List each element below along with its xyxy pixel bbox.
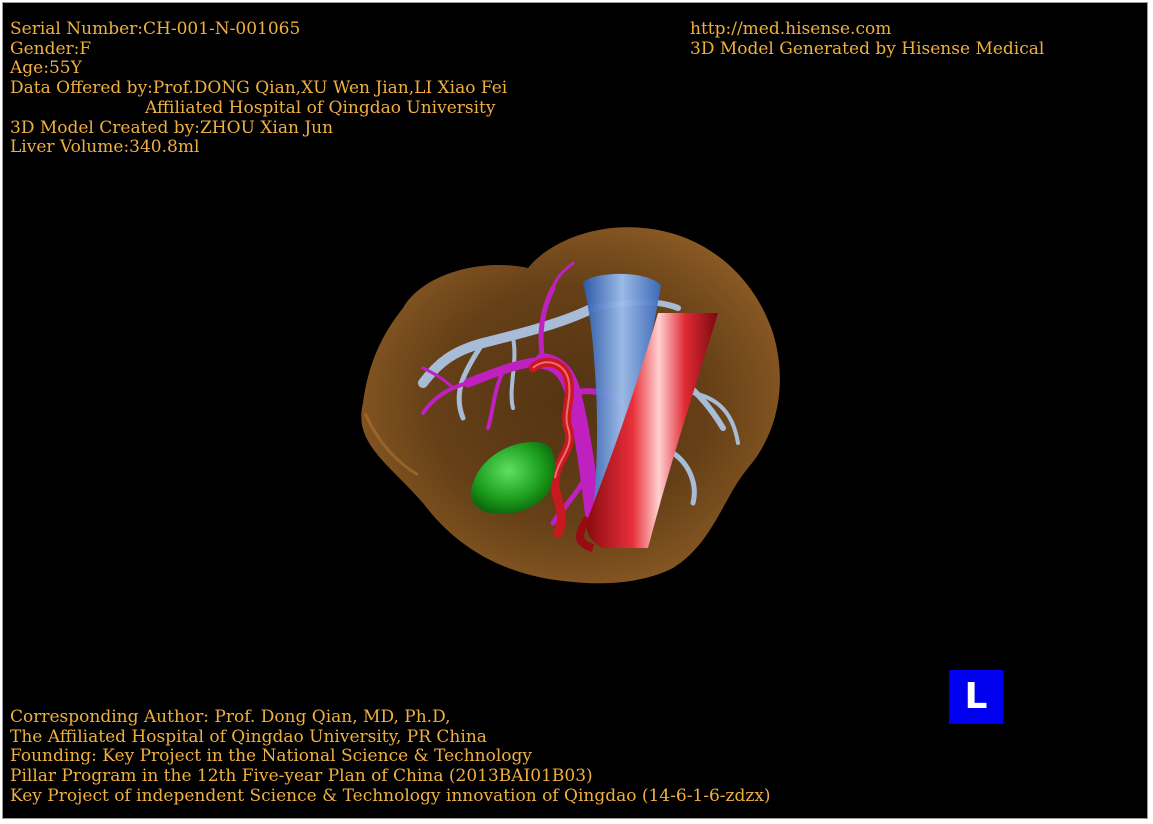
- website-url: http://med.hisense.com: [690, 19, 892, 39]
- credits-panel: Corresponding Author: Prof. Dong Qian, M…: [10, 707, 771, 807]
- branding-panel: http://med.hisense.com 3D Model Generate…: [690, 19, 1045, 59]
- age: Age:55Y: [10, 58, 82, 79]
- liver-volume: Liver Volume:340.8ml: [10, 137, 200, 158]
- credit-affiliation: The Affiliated Hospital of Qingdao Unive…: [10, 726, 487, 747]
- patient-info-panel: Serial Number:CH-001-N-001065 Gender:F A…: [10, 19, 508, 158]
- orientation-badge[interactable]: L: [949, 670, 1003, 724]
- liver-3d-model[interactable]: [343, 213, 803, 603]
- serial-number: Serial Number:CH-001-N-001065: [10, 19, 301, 39]
- credit-pillar-program: Pillar Program in the 12th Five-year Pla…: [10, 766, 593, 787]
- credit-corresponding-author: Corresponding Author: Prof. Dong Qian, M…: [10, 707, 451, 727]
- data-offered-affiliation: Affiliated Hospital of Qingdao Universit…: [145, 97, 496, 118]
- gender: Gender:F: [10, 38, 92, 59]
- viewer-window: Serial Number:CH-001-N-001065 Gender:F A…: [2, 2, 1148, 819]
- credit-key-project: Key Project of independent Science & Tec…: [10, 785, 771, 806]
- model-created-by: 3D Model Created by:ZHOU Xian Jun: [10, 117, 334, 138]
- data-offered-by: Data Offered by:Prof.DONG Qian,XU Wen Ji…: [10, 78, 508, 99]
- generator-text: 3D Model Generated by Hisense Medical: [690, 38, 1045, 59]
- credit-founding: Founding: Key Project in the National Sc…: [10, 746, 532, 767]
